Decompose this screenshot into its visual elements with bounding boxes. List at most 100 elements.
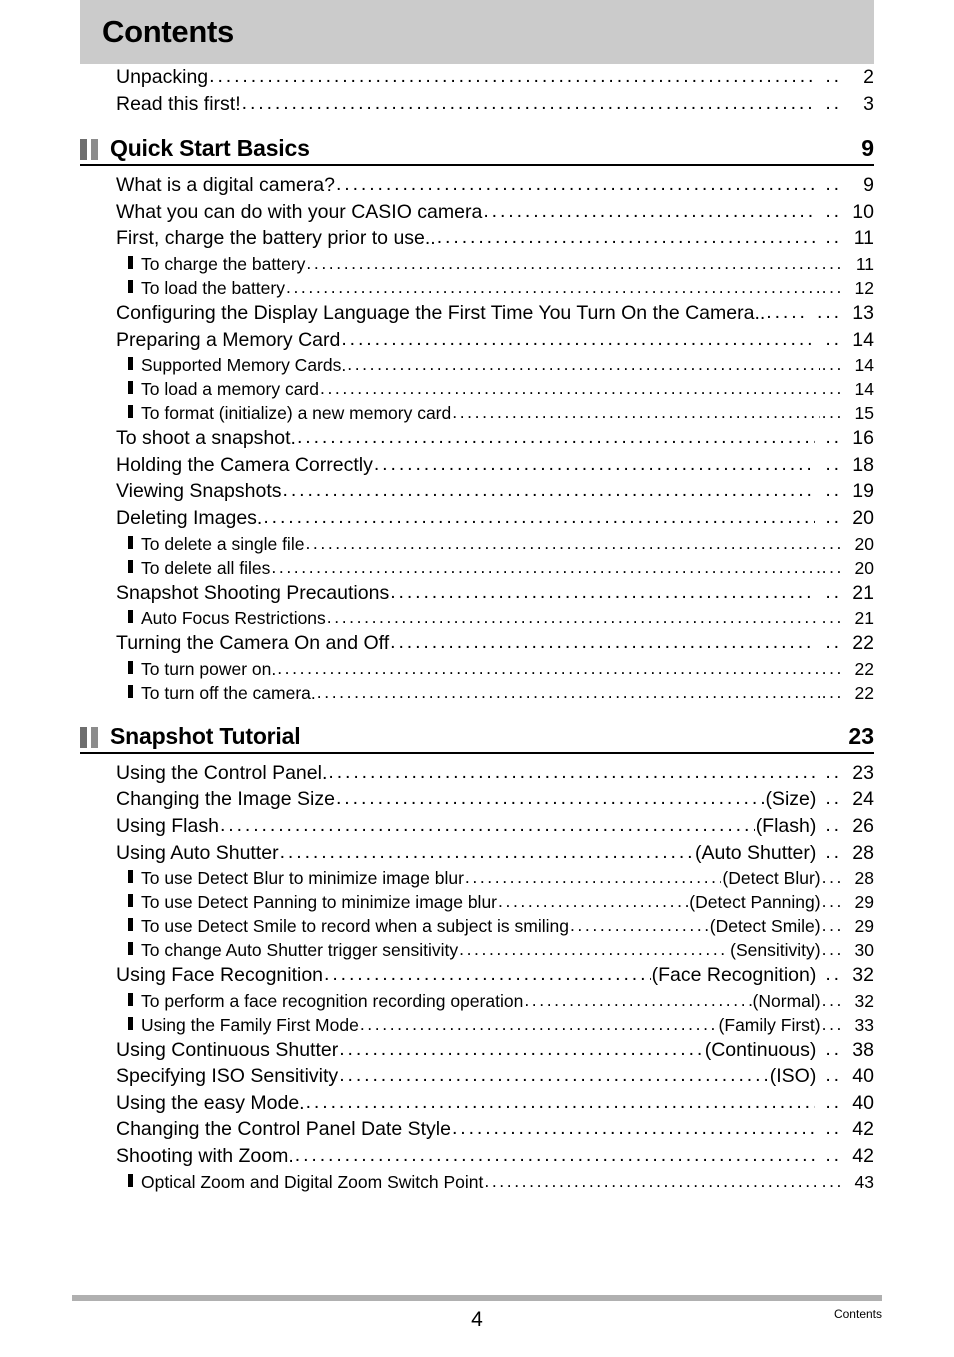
toc-entry-page-number: 40 [852,1065,874,1088]
toc-entry-page-number: 32 [854,990,874,1011]
dot-leader: ........................................… [498,891,688,912]
toc-entry-label: To turn off the camera. [141,682,316,703]
toc-subentry[interactable]: Auto Focus Restrictions.................… [80,606,874,630]
toc-entry-label: Supported Memory Cards. [141,355,347,376]
toc-entry[interactable]: Preparing a Memory Card.................… [80,327,874,354]
toc-entry-label: Using the Family First Mode [141,1014,359,1035]
toc-entry-label: To delete a single file [141,533,305,554]
dot-leader-tail: .. [825,226,842,249]
toc-entry-label: Using Face Recognition [116,964,324,987]
toc-subentry[interactable]: To load a memory card...................… [80,377,874,401]
toc-subentry[interactable]: To perform a face recognition recording … [80,989,874,1013]
toc-entry-page-number: 24 [852,788,874,811]
toc-entry-label: Using Flash [116,814,219,837]
toc-entry[interactable]: Unpacking...............................… [80,64,874,91]
dot-leader: ........................................… [271,556,820,577]
toc-subentry[interactable]: To delete a single file.................… [80,532,874,556]
toc-section-heading[interactable]: Snapshot Tutorial 23 [80,723,874,752]
toc-entry[interactable]: Shooting with Zoom......................… [80,1143,874,1170]
toc-subentry[interactable]: To use Detect Panning to minimize image … [80,890,874,914]
dot-leader-tail: .. [825,505,842,528]
toc-entry[interactable]: Configuring the Display Language the Fir… [80,300,874,327]
toc-subentry[interactable]: To use Detect Blur to minimize image blu… [80,866,874,890]
dot-leader-tail: ... [821,891,844,912]
toc-entry[interactable]: Using the Control Panel.................… [80,760,874,787]
toc-entry-label: Read this first! [116,92,241,115]
toc-entry[interactable]: Holding the Camera Correctly............… [80,452,874,479]
dot-leader: ........................................… [335,173,815,196]
dot-leader-tail: ... [821,1170,844,1191]
dot-leader-tail: ... [821,378,844,399]
toc-entry-suffix: (Detect Panning) [689,892,821,913]
toc-subentry[interactable]: To delete all files.....................… [80,556,874,580]
toc-entry[interactable]: Changing the Image Size.................… [80,786,874,813]
dot-leader-tail: ... [821,607,844,628]
toc-entry[interactable]: Turning the Camera On and Off...........… [80,630,874,657]
toc-entry[interactable]: Deleting Images.........................… [80,505,874,532]
dot-leader-tail: ... [821,681,844,702]
toc-section-page-number: 23 [848,722,874,749]
toc-entry[interactable]: Using the easy Mode.....................… [80,1090,874,1117]
dot-leader: ........................................… [390,580,815,603]
toc-subentry[interactable]: To format (initialize) a new memory card… [80,401,874,425]
dot-leader: ........................................… [305,532,820,553]
toc-entry[interactable]: Using Flash.............................… [80,813,874,840]
toc-entry[interactable]: First, charge the battery prior to use..… [80,225,874,252]
toc-entry[interactable]: Read this first!........................… [80,91,874,118]
dot-leader-tail: .. [825,199,842,222]
toc-entry[interactable]: What you can do with your CASIO camera..… [80,199,874,226]
toc-section-heading[interactable]: Quick Start Basics 9 [80,135,874,164]
toc-entry-page-number: 26 [852,814,874,837]
toc-entry-page-number: 11 [855,253,874,274]
toc-entry-page-number: 20 [852,506,874,529]
dot-leader-tail: ... [821,556,844,577]
toc-entry-label: To use Detect Blur to minimize image blu… [141,868,464,889]
section-divider [80,164,874,167]
toc-entry-page-number: 19 [852,480,874,503]
toc-entry-page-number: 13 [852,301,874,324]
dot-leader-tail: ... [821,402,844,423]
toc-entry-page-number: 22 [854,658,874,679]
toc-entry-label: Turning the Camera On and Off [116,632,390,655]
toc-entry[interactable]: Using Auto Shutter......................… [80,840,874,867]
toc-entry-page-number: 11 [853,227,874,250]
toc-entry-page-number: 29 [854,916,874,937]
page-header-band: Contents [80,0,874,64]
dot-leader-tail: .. [825,840,842,863]
toc-entry-page-number: 33 [854,1014,874,1035]
bullet-icon [128,405,133,419]
dot-leader-tail: .. [825,760,842,783]
toc-entry-page-number: 40 [852,1091,874,1114]
toc-subentry[interactable]: Using the Family First Mode.............… [80,1013,874,1037]
toc-subentry[interactable]: Optical Zoom and Digital Zoom Switch Poi… [80,1170,874,1194]
dot-leader-tail: ... [821,867,844,888]
toc-entry[interactable]: Specifying ISO Sensitivity..............… [80,1063,874,1090]
toc-entry[interactable]: To shoot a snapshot.....................… [80,425,874,452]
toc-subentry[interactable]: To turn off the camera..................… [80,681,874,705]
toc-entry[interactable]: Changing the Control Panel Date Style...… [80,1116,874,1143]
dot-leader-tail: ... [821,657,844,678]
toc-entry[interactable]: Using Face Recognition..................… [80,962,874,989]
toc-entry[interactable]: What is a digital camera?...............… [80,172,874,199]
dot-leader: ........................................… [766,300,807,323]
toc-entry-page-number: 21 [854,608,874,629]
toc-entry[interactable]: Snapshot Shooting Precautions...........… [80,580,874,607]
bullet-icon [128,942,133,956]
toc-subentry[interactable]: To turn power on........................… [80,657,874,681]
dot-leader-tail: ... [821,939,844,960]
dot-leader-tail: .. [825,1144,842,1167]
bullet-icon [128,279,133,293]
dot-leader: ........................................… [436,226,816,249]
toc-subentry[interactable]: To load the battery.....................… [80,276,874,300]
toc-subentry[interactable]: To use Detect Smile to record when a sub… [80,914,874,938]
toc-entry[interactable]: Using Continuous Shutter................… [80,1037,874,1064]
toc-subentry[interactable]: Supported Memory Cards..................… [80,353,874,377]
bullet-icon [128,535,133,549]
toc-subentry[interactable]: To charge the battery...................… [80,252,874,276]
toc-entry-page-number: 15 [854,403,874,424]
dot-leader-tail: .. [825,479,842,502]
toc-subentry[interactable]: To change Auto Shutter trigger sensitivi… [80,938,874,962]
dot-leader: ........................................… [316,681,820,702]
toc-entry[interactable]: Viewing Snapshots.......................… [80,478,874,505]
dot-leader: ........................................… [294,1144,816,1167]
